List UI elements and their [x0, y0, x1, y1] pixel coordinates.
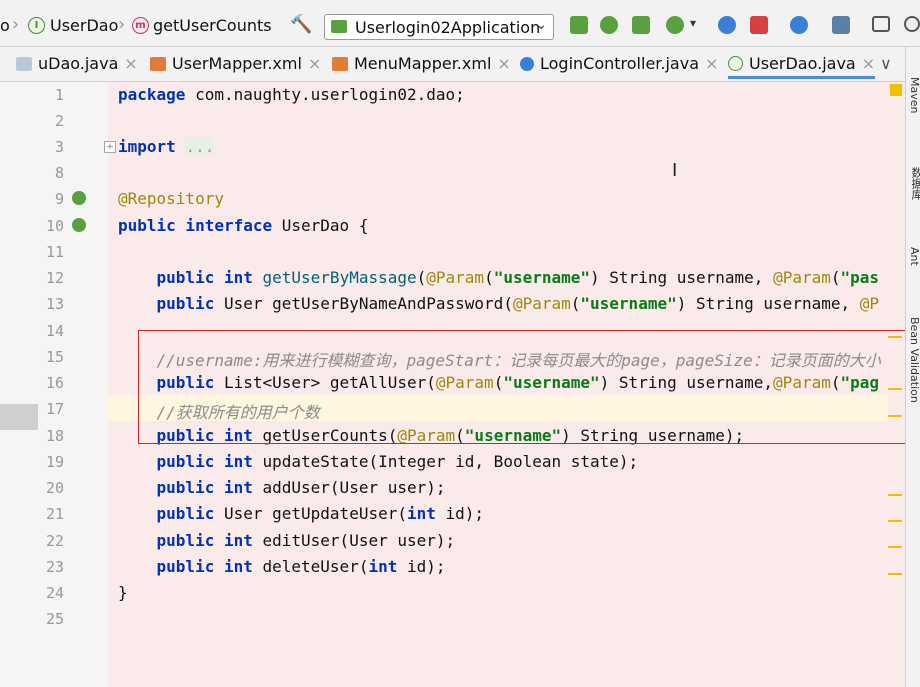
debug-icon[interactable] — [600, 16, 618, 34]
close-icon[interactable]: × — [124, 54, 137, 73]
spring-bean-icon[interactable] — [72, 191, 86, 205]
line-number: 1 — [54, 86, 64, 104]
line-number: 16 — [45, 374, 64, 392]
profile-icon[interactable] — [666, 16, 684, 34]
tab-label: LoginController.java — [540, 54, 700, 73]
line-number: 15 — [45, 348, 64, 366]
tab-userdao[interactable]: UserDao.java × — [728, 54, 876, 79]
line-number: 3 — [54, 138, 64, 156]
run-configuration-label: Userlogin02Application — [355, 18, 541, 37]
interface-icon — [728, 56, 743, 71]
line-number: 17 — [45, 400, 64, 418]
line-number: 24 — [45, 584, 64, 602]
class-icon — [520, 57, 534, 71]
project-structure-icon[interactable] — [832, 16, 850, 34]
close-icon[interactable]: × — [497, 54, 510, 73]
breadcrumb-item-package[interactable]: o — [0, 16, 10, 35]
scrollbar-marker[interactable] — [888, 494, 902, 496]
xml-file-icon — [332, 57, 348, 71]
build-hammer-icon[interactable]: 🔨 — [290, 16, 312, 34]
line-number: 14 — [45, 322, 64, 340]
scrollbar-marker[interactable] — [888, 573, 902, 575]
interface-icon: I — [28, 17, 45, 34]
tab-logincontroller[interactable]: LoginController.java × — [520, 54, 718, 76]
tool-window-bean-validation[interactable]: Bean Validation — [908, 317, 920, 403]
right-tool-window-bar: Maven 数据库 Ant Bean Validation — [905, 47, 920, 687]
code-line-24[interactable]: } — [118, 583, 128, 602]
line-number: 19 — [45, 453, 64, 471]
line-number: 25 — [45, 610, 64, 628]
tabs-overflow-chevron-icon[interactable]: ∨ — [880, 54, 892, 76]
tab-usermapper[interactable]: UserMapper.xml × — [150, 54, 321, 76]
line-number: 9 — [54, 190, 64, 208]
code-line-10[interactable]: public interface UserDao { — [118, 216, 368, 235]
rerun-icon[interactable] — [570, 16, 588, 34]
tool-window-ant[interactable]: Ant — [908, 247, 920, 266]
line-number: 21 — [45, 505, 64, 523]
code-line-20[interactable]: public int addUser(User user); — [118, 478, 446, 497]
code-line-1[interactable]: package com.naughty.userlogin02.dao; — [118, 85, 465, 104]
tab-label: uDao.java — [38, 54, 119, 73]
tool-window-database[interactable]: 数据库 — [908, 167, 920, 200]
breadcrumb-item-method[interactable]: getUserCounts — [153, 16, 272, 35]
code-line-3[interactable]: import ... — [118, 137, 215, 156]
scrollbar-marker[interactable] — [888, 415, 902, 417]
line-number: 18 — [45, 427, 64, 445]
line-number: 23 — [45, 558, 64, 576]
terminal-icon[interactable] — [872, 16, 890, 32]
code-line-22[interactable]: public int editUser(User user); — [118, 531, 456, 550]
code-line-9[interactable]: @Repository — [118, 189, 224, 208]
annotation-highlight-box — [138, 330, 918, 444]
code-line-19[interactable]: public int updateState(Integer id, Boole… — [118, 452, 639, 471]
tab-udao[interactable]: uDao.java × — [16, 54, 138, 76]
warning-marker-icon[interactable] — [890, 84, 902, 96]
tab-menumapper[interactable]: MenuMapper.xml × — [332, 54, 511, 76]
navigation-toolbar: o › I UserDao › m getUserCounts 🔨 Userlo… — [0, 0, 920, 47]
java-file-icon — [16, 57, 32, 71]
close-icon[interactable]: × — [308, 54, 321, 73]
editor-tab-bar: uDao.java × UserMapper.xml × MenuMapper.xm… — [0, 47, 920, 82]
code-line-13[interactable]: public User getUserByNameAndPassword(@Pa… — [118, 294, 879, 313]
method-icon: m — [132, 17, 149, 34]
scrollbar-marker[interactable] — [888, 336, 902, 338]
code-line-12[interactable]: public int getUserByMassage(@Param("user… — [118, 268, 880, 287]
tab-label: UserMapper.xml — [172, 54, 302, 73]
breadcrumb-separator: › — [118, 14, 126, 35]
spring-boot-icon — [331, 20, 347, 33]
chevron-down-icon[interactable]: ▾ — [690, 16, 700, 34]
text-cursor-icon: I — [672, 160, 678, 181]
run-configuration-select[interactable]: Userlogin02Application ⌄ — [324, 14, 554, 40]
breadcrumb-separator: › — [12, 14, 20, 35]
settings-sync-icon[interactable] — [790, 16, 808, 34]
line-number: 22 — [45, 532, 64, 550]
chevron-down-icon: ⌄ — [535, 17, 547, 33]
fold-icon[interactable]: + — [104, 141, 116, 153]
scrollbar-marker[interactable] — [888, 546, 902, 548]
line-number: 2 — [54, 112, 64, 130]
scrollbar-marker[interactable] — [888, 388, 902, 390]
line-number: 11 — [45, 243, 64, 261]
run-with-coverage-icon[interactable] — [632, 16, 650, 34]
close-icon[interactable]: × — [862, 54, 875, 73]
scrollbar-marker[interactable] — [888, 520, 902, 522]
line-number: 13 — [45, 295, 64, 313]
line-number: 8 — [54, 164, 64, 182]
code-line-21[interactable]: public User getUpdateUser(int id); — [118, 504, 485, 523]
search-icon[interactable] — [904, 16, 920, 32]
update-running-app-icon[interactable] — [718, 16, 736, 34]
code-line-23[interactable]: public int deleteUser(int id); — [118, 557, 446, 576]
tool-window-maven[interactable]: Maven — [908, 77, 920, 113]
tab-label: MenuMapper.xml — [354, 54, 492, 73]
line-number: 20 — [45, 479, 64, 497]
tab-label: UserDao.java — [749, 54, 856, 73]
breadcrumb-item-class[interactable]: UserDao — [50, 16, 118, 35]
implemented-icon[interactable] — [72, 218, 86, 232]
close-icon[interactable]: × — [705, 54, 718, 73]
xml-file-icon — [150, 57, 166, 71]
line-number: 10 — [45, 217, 64, 235]
line-number: 12 — [45, 269, 64, 287]
stop-icon[interactable] — [750, 16, 768, 34]
